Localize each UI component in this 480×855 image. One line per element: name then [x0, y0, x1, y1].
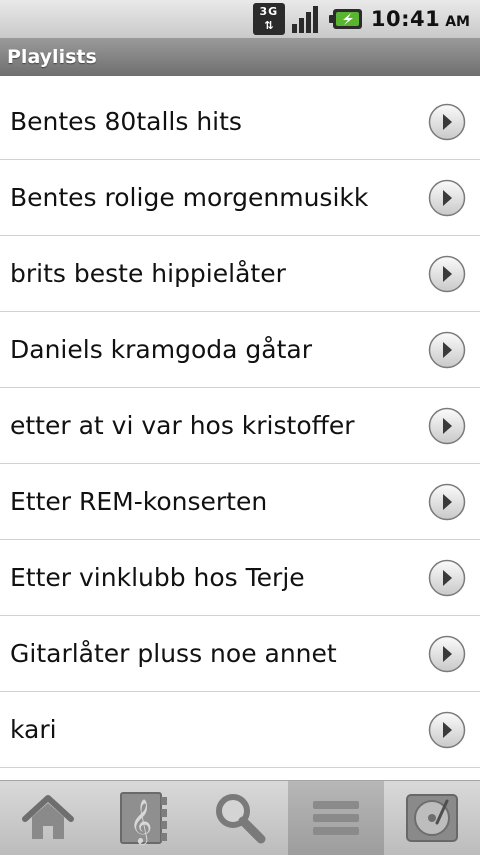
playlist-item-label: brits beste hippielåter — [10, 259, 286, 288]
home-icon — [22, 795, 74, 839]
chevron-right-icon[interactable] — [428, 255, 466, 293]
chevron-right-icon[interactable] — [428, 331, 466, 369]
playlist-item-label: Bentes 80talls hits — [10, 107, 242, 136]
playlist-item-label: Etter REM-konserten — [10, 487, 268, 516]
playlist-item[interactable]: kari — [0, 692, 480, 768]
playlist-item-label: Gitarlåter pluss noe annet — [10, 639, 337, 668]
clock-time: 10:41 — [370, 7, 441, 31]
playlist-item-label: Daniels kramgoda gåtar — [10, 335, 312, 364]
home-button[interactable] — [0, 781, 96, 855]
playlist-item[interactable]: Etter vinklubb hos Terje — [0, 540, 480, 616]
chevron-right-icon[interactable] — [428, 179, 466, 217]
chevron-right-icon[interactable] — [428, 103, 466, 141]
playlist-item-label: etter at vi var hos kristoffer — [10, 411, 355, 440]
status-bar: 3G ⇅ 10:41 AM — [0, 0, 480, 38]
chevron-right-icon[interactable] — [428, 559, 466, 597]
playlist-item[interactable]: Gitarlåter pluss noe annet — [0, 616, 480, 692]
search-icon — [216, 794, 266, 844]
playlists-button[interactable] — [288, 781, 384, 855]
playlist-item[interactable]: Bentes 80talls hits — [0, 84, 480, 160]
playlist-item[interactable]: etter at vi var hos kristoffer — [0, 388, 480, 464]
chevron-right-icon[interactable] — [428, 635, 466, 673]
battery-charging-icon — [328, 9, 362, 29]
playlist-item[interactable]: brits beste hippielåter — [0, 236, 480, 312]
now-playing-button[interactable] — [384, 781, 480, 855]
chevron-right-icon[interactable] — [428, 407, 466, 445]
playlist-item[interactable]: Bentes rolige morgenmusikk — [0, 160, 480, 236]
signal-strength-icon — [291, 6, 318, 33]
music-library-icon: 𝄞 — [120, 792, 167, 845]
3g-data-icon: 3G ⇅ — [252, 3, 285, 35]
clock-ampm: AM — [445, 14, 470, 30]
playlist-item[interactable]: Etter REM-konserten — [0, 464, 480, 540]
search-button[interactable] — [192, 781, 288, 855]
page-title: Playlists — [7, 46, 97, 68]
chevron-right-icon[interactable] — [428, 483, 466, 521]
now-playing-icon — [406, 794, 458, 842]
playlist-item-label: Bentes rolige morgenmusikk — [10, 183, 369, 212]
playlist-item-label: Etter vinklubb hos Terje — [10, 563, 305, 592]
title-bar: Playlists — [0, 38, 480, 76]
playlist-item-label: kari — [10, 715, 57, 744]
svg-text:𝄞: 𝄞 — [130, 799, 152, 845]
music-library-button[interactable]: 𝄞 — [96, 781, 192, 855]
playlist-list: Bentes 80talls hits Bentes rolige morgen… — [0, 84, 480, 768]
bottom-toolbar: 𝄞 — [0, 780, 480, 855]
playlists-icon — [313, 801, 359, 835]
chevron-right-icon[interactable] — [428, 711, 466, 749]
playlist-item[interactable]: Daniels kramgoda gåtar — [0, 312, 480, 388]
network-type-label: 3G — [259, 5, 279, 18]
